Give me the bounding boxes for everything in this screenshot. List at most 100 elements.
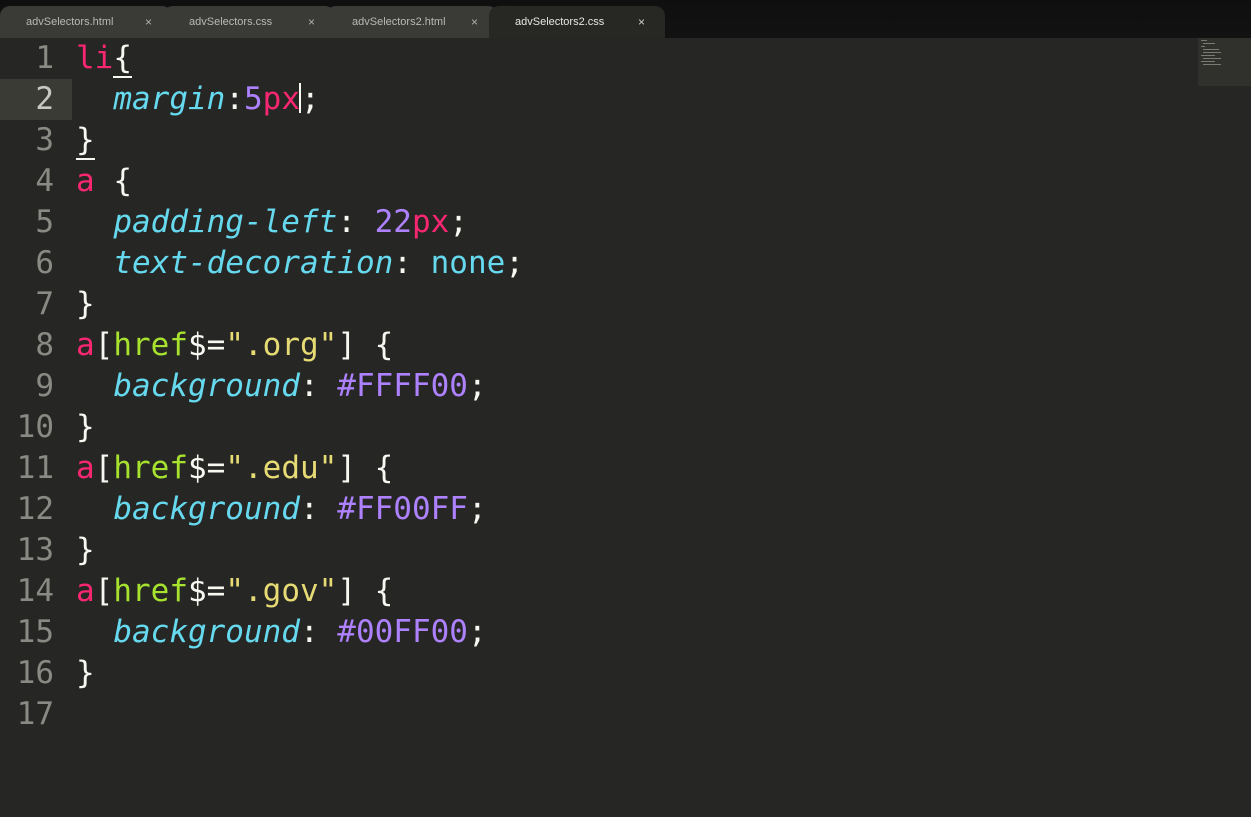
line-number: 14 (16, 573, 54, 609)
tab-label: advSelectors2.html (352, 16, 446, 28)
minimap-line (1201, 55, 1215, 56)
code-line: background: #FFFF00; (76, 366, 487, 407)
line-number: 8 (35, 327, 54, 363)
line-number: 11 (16, 450, 54, 486)
line-number: 4 (35, 163, 54, 199)
brace: } (76, 655, 95, 691)
minimap-line (1201, 61, 1215, 62)
code-line: } (76, 120, 95, 161)
colon: : (225, 81, 244, 117)
line-number-gutter: 1 2 3 4 5 6 7 8 9 10 11 12 13 14 15 16 1… (0, 38, 72, 817)
line-number: 16 (16, 655, 54, 691)
brace: } (76, 532, 95, 568)
minimap-line (1203, 43, 1215, 44)
property: background (113, 491, 300, 527)
code-line: background: #00FF00; (76, 612, 487, 653)
string: ".gov" (225, 573, 338, 609)
bracket: ] { (337, 450, 394, 486)
number: 5 (243, 81, 263, 117)
brace: } (76, 122, 95, 160)
line-number: 7 (35, 286, 54, 322)
colon: : (337, 204, 375, 240)
line-number: 6 (35, 245, 54, 281)
tab-label: advSelectors.css (189, 16, 273, 28)
line-number: 9 (35, 368, 54, 404)
bracket: [ (94, 450, 114, 486)
string: ".org" (225, 327, 338, 363)
tab-advselectors2-css[interactable]: advSelectors2.css × (489, 6, 665, 38)
property: background (113, 368, 300, 404)
brace: { (94, 163, 132, 199)
property: padding-left (113, 204, 338, 240)
code-line: li{ (76, 38, 132, 79)
semicolon: ; (300, 81, 320, 117)
semicolon: ; (505, 245, 524, 281)
tab-label: advSelectors.html (26, 16, 114, 28)
property: text-decoration (113, 245, 394, 281)
semicolon: ; (467, 491, 487, 527)
attribute: href (113, 573, 188, 609)
code-line: a { (76, 161, 132, 202)
minimap-line (1203, 58, 1221, 59)
tab-label: advSelectors2.css (515, 16, 605, 28)
selector: a (76, 327, 95, 363)
line-number: 10 (16, 409, 54, 445)
colon: : (299, 614, 338, 650)
brace: { (113, 40, 132, 78)
code-line: padding-left: 22px; (76, 202, 468, 243)
tab-advselectors2-html[interactable]: advSelectors2.html × (326, 6, 498, 38)
line-number: 5 (35, 204, 54, 240)
close-icon[interactable]: × (471, 15, 478, 29)
value: #00FF00 (337, 614, 468, 650)
line-number: 1 (35, 40, 54, 76)
line-number: 12 (16, 491, 54, 527)
code-line: } (76, 284, 95, 325)
minimap[interactable] (1198, 38, 1251, 86)
unit: px (262, 81, 300, 117)
unit: px (411, 204, 450, 240)
bracket: [ (94, 573, 114, 609)
semicolon: ; (467, 614, 487, 650)
minimap-line (1201, 40, 1207, 41)
number: 22 (374, 204, 412, 240)
attribute: href (113, 327, 188, 363)
selector: a (76, 163, 95, 199)
value: #FFFF00 (337, 368, 468, 404)
semicolon: ; (449, 204, 468, 240)
code-line: a[href$=".gov"] { (76, 571, 393, 612)
value: #FF00FF (337, 491, 468, 527)
minimap-line (1203, 49, 1219, 50)
minimap-line (1201, 46, 1205, 47)
code-editor[interactable]: 1 2 3 4 5 6 7 8 9 10 11 12 13 14 15 16 1… (0, 38, 1251, 817)
tab-advselectors-html[interactable]: advSelectors.html × (0, 6, 172, 38)
selector: a (76, 573, 95, 609)
selector: li (76, 40, 114, 76)
tab-advselectors-css[interactable]: advSelectors.css × (163, 6, 335, 38)
string: ".edu" (225, 450, 338, 486)
operator: $= (188, 450, 226, 486)
attribute: href (113, 450, 188, 486)
line-number: 3 (35, 122, 54, 158)
colon: : (299, 491, 338, 527)
operator: $= (188, 327, 226, 363)
property: margin (113, 81, 226, 117)
brace: } (76, 286, 95, 322)
code-line: text-decoration: none; (76, 243, 524, 284)
bracket: ] { (337, 327, 394, 363)
close-icon[interactable]: × (145, 15, 152, 29)
minimap-line (1203, 64, 1221, 65)
minimap-line (1203, 52, 1221, 53)
line-number: 15 (16, 614, 54, 650)
colon: : (299, 368, 338, 404)
close-icon[interactable]: × (638, 15, 645, 29)
code-line: } (76, 653, 95, 694)
close-icon[interactable]: × (308, 15, 315, 29)
line-number: 13 (16, 532, 54, 568)
line-number: 17 (16, 696, 54, 732)
code-line: a[href$=".org"] { (76, 325, 393, 366)
selector: a (76, 450, 95, 486)
code-line: } (76, 407, 95, 448)
semicolon: ; (467, 368, 487, 404)
code-line: background: #FF00FF; (76, 489, 487, 530)
code-area[interactable]: li{ margin:5px; } a { padding-left: 22px… (76, 38, 1176, 817)
